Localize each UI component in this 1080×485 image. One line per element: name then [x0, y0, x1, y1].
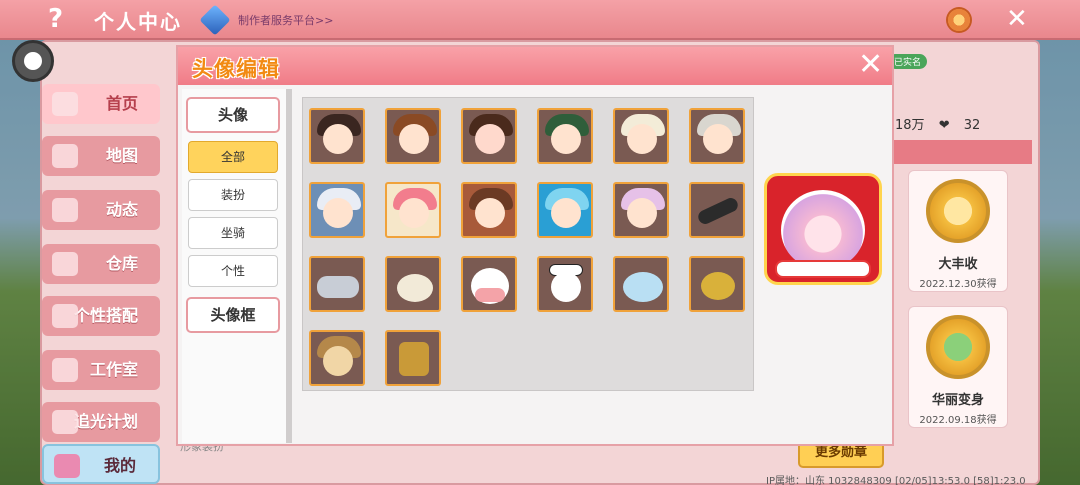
avatar-option[interactable] [385, 108, 441, 164]
robot-avatar-option[interactable] [385, 330, 441, 386]
avatar-option[interactable] [537, 182, 593, 238]
cow-avatar-option[interactable] [461, 256, 517, 312]
sidebar-item-map[interactable]: 地图 [42, 136, 160, 176]
avatar-option[interactable] [461, 182, 517, 238]
medal-date: 2022.12.30获得 [919, 279, 997, 290]
avatar-option[interactable] [613, 182, 669, 238]
avatar-option[interactable] [309, 108, 365, 164]
elephant-avatar-option[interactable] [613, 256, 669, 312]
medal-date: 2022.09.18获得 [919, 415, 997, 426]
top-bar: ? 个人中心 制作者服务平台>> ✕ [0, 0, 1080, 40]
heart-icon [54, 454, 80, 478]
mouse-avatar-option[interactable] [309, 330, 365, 386]
sidebar-item-storage[interactable]: 仓库 [42, 244, 160, 284]
avatar-option[interactable] [309, 182, 365, 238]
medal-harvest-icon [926, 179, 990, 243]
car-avatar-option[interactable] [309, 256, 365, 312]
avatar-edit-dialog: 头像编辑 ✕ 头像 全部 装扮 坐骑 个性 头像框 [176, 45, 894, 446]
heart-icon: ❤ [938, 118, 950, 133]
medal-card[interactable]: 华丽变身 2022.09.18获得 [908, 306, 1008, 428]
avatar-option[interactable] [613, 108, 669, 164]
stats-row: 18万 ❤ 32 [895, 114, 990, 133]
sidebar-item-outfit[interactable]: 个性搭配 [42, 296, 160, 336]
avatar-option[interactable] [537, 108, 593, 164]
creator-platform-link[interactable]: 制作者服务平台>> [238, 12, 333, 28]
medal-transform-icon [926, 315, 990, 379]
subtab-outfit[interactable]: 装扮 [188, 179, 278, 211]
dialog-close-icon[interactable]: ✕ [858, 47, 883, 82]
map-icon [52, 144, 78, 168]
sidebar-item-home[interactable]: 首页 [42, 84, 160, 124]
fans-count: 18万 [895, 118, 925, 133]
preview-character-image [781, 190, 865, 270]
subtab-personality[interactable]: 个性 [188, 255, 278, 287]
sidebar-item-mine[interactable]: 我的 [42, 444, 160, 484]
outfit-icon [52, 304, 78, 328]
medal-card[interactable]: 大丰收 2022.12.30获得 [908, 170, 1008, 292]
skateboard-avatar-option[interactable] [689, 182, 745, 238]
sidebar: 首页 地图 动态 仓库 个性搭配 工作室 追光计划 我的 [42, 84, 160, 484]
column-divider [286, 89, 292, 443]
settings-gear-icon[interactable] [946, 7, 972, 33]
avatar-option[interactable] [689, 108, 745, 164]
help-icon[interactable]: ? [48, 4, 63, 34]
avatar-grid [302, 97, 754, 391]
light-icon [52, 410, 78, 434]
sidebar-item-studio[interactable]: 工作室 [42, 350, 160, 390]
preview-ribbon [775, 260, 871, 278]
avatar-option[interactable] [461, 108, 517, 164]
studio-icon [52, 358, 78, 382]
cube-icon [199, 4, 231, 36]
avatar-preview [764, 173, 882, 285]
swan-avatar-option[interactable] [385, 256, 441, 312]
record-button[interactable] [12, 40, 54, 82]
tab-avatar-frame[interactable]: 头像框 [186, 297, 280, 333]
dialog-title: 头像编辑 [192, 57, 280, 81]
medal-name: 大丰收 [938, 257, 978, 272]
category-column: 头像 全部 装扮 坐骑 个性 头像框 [182, 89, 286, 443]
storage-icon [52, 252, 78, 276]
close-icon[interactable]: ✕ [1006, 4, 1028, 34]
likes-count: 32 [963, 118, 981, 133]
home-icon [52, 92, 78, 116]
subtab-all[interactable]: 全部 [188, 141, 278, 173]
subtab-mount[interactable]: 坐骑 [188, 217, 278, 249]
sidebar-item-feed[interactable]: 动态 [42, 190, 160, 230]
footer-info: IP属地：山东 1032848309 [02/05]13:53.0 [58]1:… [766, 476, 1026, 485]
bird-avatar-option[interactable] [689, 256, 745, 312]
tab-avatar[interactable]: 头像 [186, 97, 280, 133]
medal-name: 华丽变身 [931, 393, 984, 408]
avatar-option[interactable] [385, 182, 441, 238]
sidebar-item-light-plan[interactable]: 追光计划 [42, 402, 160, 442]
dialog-header: 头像编辑 ✕ [178, 47, 892, 85]
feed-icon [52, 198, 78, 222]
bear-captain-avatar-option[interactable] [537, 256, 593, 312]
page-title: 个人中心 [94, 10, 182, 34]
medal-header-bar [894, 140, 1032, 164]
